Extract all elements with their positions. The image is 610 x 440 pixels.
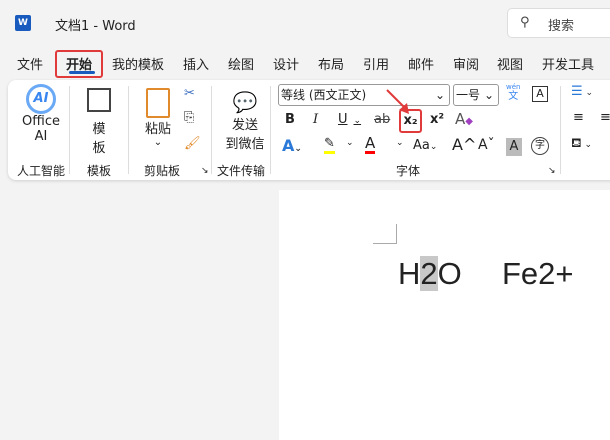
chevron-down-icon: ⌄ — [353, 116, 362, 126]
tab-mailings[interactable]: 邮件 — [408, 52, 434, 75]
chevron-down-icon: ⌄ — [434, 88, 445, 102]
font-name-value: 等线 (西文正文) — [281, 88, 367, 102]
text-o: O — [437, 256, 462, 291]
char-shading-button[interactable]: A — [506, 138, 522, 156]
tab-references[interactable]: 引用 — [363, 52, 389, 75]
tab-developer[interactable]: 开发工具 — [542, 52, 594, 75]
template-label: 模 — [92, 122, 106, 137]
paste-dropdown-icon: ⌄ — [153, 137, 163, 148]
tab-draw[interactable]: 绘图 — [228, 52, 254, 75]
underline-label: U — [338, 112, 348, 127]
paste-label: 粘贴 — [144, 122, 171, 137]
clear-formatting-icon[interactable]: A◆ — [455, 110, 473, 128]
shading-icon[interactable]: ⛾ ⌄ — [571, 136, 592, 153]
phonetic-bottom: 文 — [508, 91, 519, 102]
chevron-down-icon: ⌄ — [483, 88, 494, 102]
shrink-font-button[interactable]: Aˇ — [478, 137, 495, 153]
template-label-2: 板 — [92, 141, 106, 156]
ai-label-2: AI — [34, 129, 48, 144]
dialog-launcher-icon[interactable]: ↘ — [548, 166, 556, 176]
tab-home[interactable]: 开始 — [55, 50, 104, 78]
group-label-font: 字体 — [396, 164, 421, 178]
active-tab-indicator — [69, 71, 95, 74]
ribbon-tabs: 文件 开始 我的模板 插入 绘图 设计 布局 引用 邮件 审阅 视图 开发工具 — [0, 50, 610, 78]
dialog-launcher-icon[interactable]: ↘ — [201, 166, 209, 176]
tab-layout[interactable]: 布局 — [318, 52, 344, 75]
search-box[interactable]: ⚲ 搜索 — [507, 8, 610, 38]
tab-design[interactable]: 设计 — [273, 52, 299, 75]
font-size-dropdown[interactable]: 一号 ⌄ — [453, 84, 499, 106]
office-ai-button[interactable]: AI Office AI — [18, 84, 64, 144]
tab-my-templates[interactable]: 我的模板 — [112, 52, 164, 75]
ai-icon: AI — [26, 84, 56, 114]
chevron-down-icon[interactable]: ⌄ — [346, 138, 354, 148]
title-bar: W 文档1 - Word ⚲ 搜索 — [0, 0, 610, 46]
document-page[interactable]: H2O Fe2+ — [279, 190, 610, 440]
enclose-char-button[interactable]: 字 — [531, 137, 549, 155]
grow-font-button[interactable]: A^ — [452, 135, 476, 154]
copy-icon[interactable]: ⎘ — [184, 110, 194, 125]
group-label-template: 模板 — [87, 164, 112, 178]
text-h: H — [398, 256, 421, 291]
annotation-arrow — [386, 89, 409, 114]
bold-button[interactable]: B — [285, 112, 295, 127]
send-to-wechat-button[interactable]: 💬 发送 到微信 — [220, 90, 270, 152]
word-icon: W — [15, 15, 31, 31]
template-button[interactable]: 模 板 — [82, 88, 116, 156]
text-effects-button[interactable]: A⌄ — [282, 136, 302, 155]
align-left-icon[interactable]: ≡ — [573, 110, 584, 125]
paste-icon — [146, 88, 170, 118]
superscript-button[interactable]: x² — [430, 112, 444, 127]
change-case-button[interactable]: Aa⌄ — [413, 138, 437, 153]
wechat-label: 发送 — [231, 118, 258, 133]
font-color-button[interactable]: A — [365, 136, 376, 154]
cut-icon[interactable]: ✂ — [184, 86, 195, 101]
bullets-icon[interactable]: ☰ ⌄ — [571, 84, 593, 99]
document-text-h2o[interactable]: H2O — [398, 256, 462, 292]
highlight-button[interactable]: ✎ — [324, 136, 335, 154]
italic-button[interactable]: I — [313, 112, 318, 127]
document-text-fe2[interactable]: Fe2+ — [502, 256, 574, 292]
tab-file[interactable]: 文件 — [17, 52, 43, 75]
ribbon: AI Office AI 人工智能 模 板 模板 粘贴 ⌄ ✂ ⎘ 🖌 剪贴板 … — [8, 80, 610, 180]
search-placeholder: 搜索 — [548, 19, 575, 34]
tab-insert[interactable]: 插入 — [183, 52, 209, 75]
selected-text: 2 — [420, 256, 438, 291]
paste-button[interactable]: 粘贴 ⌄ — [142, 88, 174, 148]
font-name-dropdown[interactable]: 等线 (西文正文) ⌄ — [278, 84, 450, 106]
window-title: 文档1 - Word — [55, 19, 136, 34]
format-painter-icon[interactable]: 🖌 — [184, 136, 201, 151]
tab-review[interactable]: 审阅 — [453, 52, 479, 75]
phonetic-guide-button[interactable]: wén 文 — [506, 83, 520, 102]
case-label: Aa — [413, 138, 430, 153]
font-size-value: 一号 — [456, 88, 481, 102]
chevron-down-icon[interactable]: ⌄ — [396, 138, 404, 148]
ai-label: Office — [22, 114, 60, 129]
char-border-button[interactable]: A — [532, 86, 548, 102]
underline-button[interactable]: U ⌄ — [338, 112, 361, 127]
tab-view[interactable]: 视图 — [497, 52, 523, 75]
wechat-icon: 💬 — [232, 90, 258, 114]
search-icon: ⚲ — [520, 15, 530, 30]
group-label-file-transfer: 文件传输 — [217, 164, 266, 178]
group-label-clipboard: 剪贴板 — [144, 164, 181, 178]
align-center-icon[interactable]: ≡ — [600, 110, 610, 125]
wechat-label-2: 到微信 — [225, 137, 265, 152]
template-icon — [87, 88, 111, 112]
margin-marker — [373, 224, 397, 244]
group-label-ai: 人工智能 — [17, 164, 66, 178]
